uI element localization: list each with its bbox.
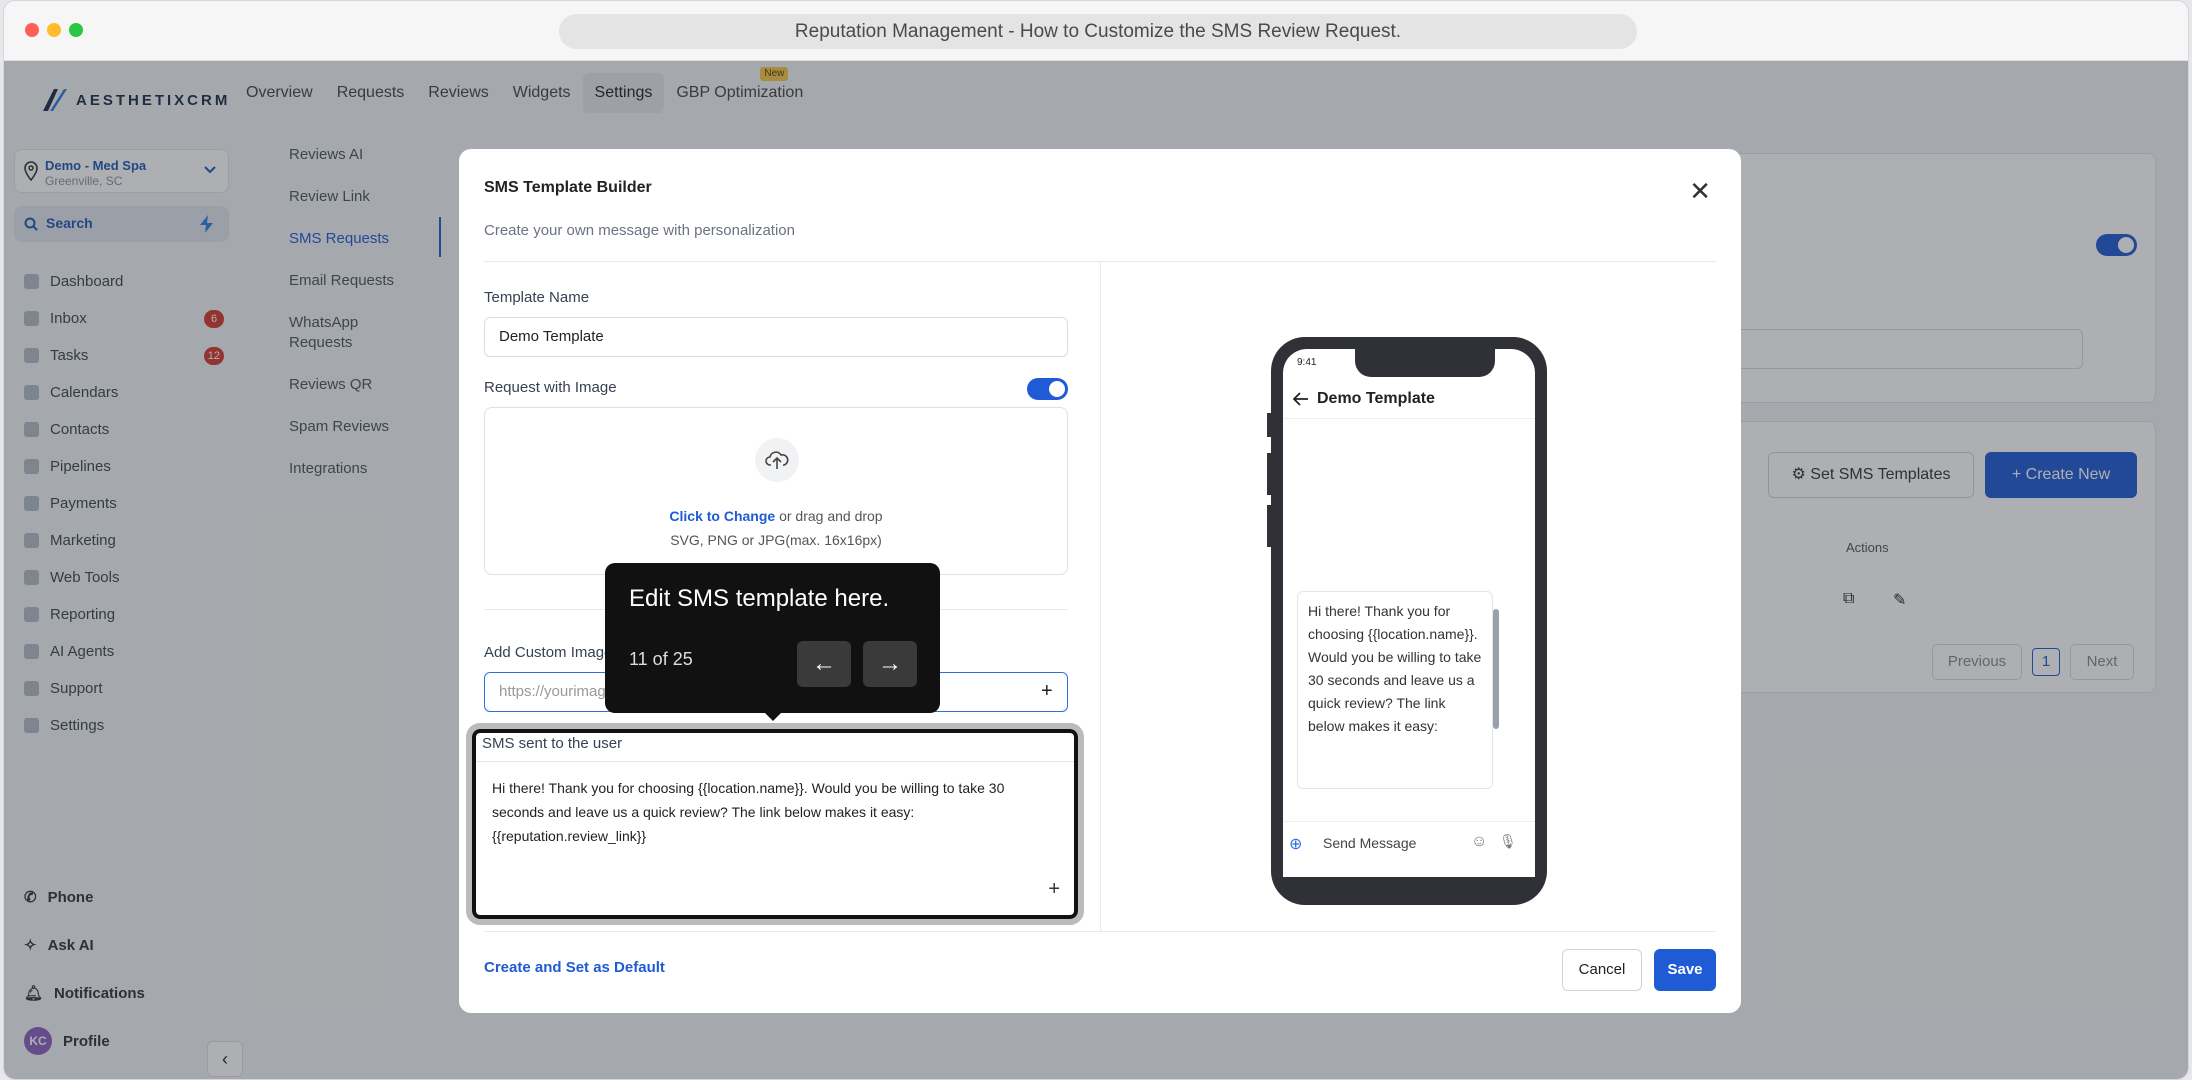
image-upload-dropzone[interactable]: Click to Change or drag and drop SVG, PN… bbox=[484, 407, 1068, 575]
tooltip-text: Edit SMS template here. bbox=[629, 585, 890, 612]
tooltip-step-counter: 11 of 25 bbox=[629, 649, 693, 669]
sms-message-textarea[interactable]: Hi there! Thank you for choosing {{locat… bbox=[476, 761, 1074, 915]
browser-window: Reputation Management - How to Customize… bbox=[3, 0, 2189, 1080]
upload-icon bbox=[755, 438, 799, 482]
custom-image-label: Add Custom Image bbox=[484, 644, 613, 661]
cancel-button[interactable]: Cancel bbox=[1562, 949, 1642, 991]
phone-scrollbar bbox=[1493, 595, 1499, 785]
click-to-change-link[interactable]: Click to Change bbox=[669, 508, 775, 524]
phone-message-bubble: Hi there! Thank you for choosing {{locat… bbox=[1297, 591, 1493, 789]
phone-preview: 9:41 Demo Template Hi there! Thank you f… bbox=[1267, 337, 1547, 905]
phone-screen: 9:41 Demo Template Hi there! Thank you f… bbox=[1283, 349, 1535, 877]
save-button[interactable]: Save bbox=[1654, 949, 1716, 991]
microphone-icon: 🎙︎ bbox=[1499, 833, 1517, 849]
divider bbox=[484, 931, 1716, 932]
phone-button bbox=[1267, 413, 1271, 437]
request-with-image-label: Request with Image bbox=[484, 379, 617, 396]
close-window-button[interactable] bbox=[25, 23, 39, 37]
walkthrough-tooltip: Edit SMS template here. 11 of 25 ← → bbox=[605, 563, 940, 721]
maximize-window-button[interactable] bbox=[69, 23, 83, 37]
phone-notch bbox=[1355, 349, 1495, 377]
modal-subtitle: Create your own message with personaliza… bbox=[484, 222, 795, 239]
minimize-window-button[interactable] bbox=[47, 23, 61, 37]
phone-button bbox=[1267, 505, 1271, 547]
phone-input-placeholder: Send Message bbox=[1323, 835, 1417, 851]
address-bar[interactable]: Reputation Management - How to Customize… bbox=[559, 14, 1637, 49]
upload-text: or drag and drop bbox=[775, 508, 883, 524]
emoji-icon: ☺ bbox=[1471, 833, 1488, 850]
sms-label: SMS sent to the user bbox=[482, 735, 623, 752]
insert-variable-icon[interactable]: + bbox=[1048, 878, 1060, 901]
modal-title: SMS Template Builder bbox=[484, 179, 652, 196]
create-and-set-default-link[interactable]: Create and Set as Default bbox=[484, 959, 665, 976]
template-name-input[interactable]: Demo Template bbox=[484, 317, 1068, 357]
arrow-right-icon: → bbox=[878, 650, 902, 677]
close-icon[interactable]: ✕ bbox=[1689, 178, 1711, 204]
tooltip-previous-button[interactable]: ← bbox=[797, 641, 851, 687]
phone-contact-name: Demo Template bbox=[1317, 390, 1435, 407]
request-with-image-toggle[interactable] bbox=[1027, 378, 1068, 400]
plus-icon[interactable]: + bbox=[1041, 680, 1053, 703]
phone-button bbox=[1267, 453, 1271, 495]
template-name-label: Template Name bbox=[484, 289, 590, 306]
phone-chat-header: Demo Template bbox=[1283, 379, 1535, 419]
back-arrow-icon bbox=[1293, 392, 1308, 406]
divider bbox=[1100, 261, 1101, 931]
phone-time: 9:41 bbox=[1297, 357, 1317, 368]
sms-message-section: SMS sent to the user Hi there! Thank you… bbox=[466, 723, 1084, 925]
upload-formats: SVG, PNG or JPG(max. 16x16px) bbox=[670, 532, 882, 548]
upload-instructions: Click to Change or drag and drop bbox=[485, 508, 1067, 524]
plus-circle-icon: ⊕ bbox=[1289, 836, 1303, 853]
phone-message-input: ⊕ Send Message ☺ 🎙︎ bbox=[1283, 821, 1535, 865]
tooltip-next-button[interactable]: → bbox=[863, 641, 917, 687]
title-bar: Reputation Management - How to Customize… bbox=[4, 1, 2188, 61]
arrow-left-icon: ← bbox=[812, 650, 836, 677]
